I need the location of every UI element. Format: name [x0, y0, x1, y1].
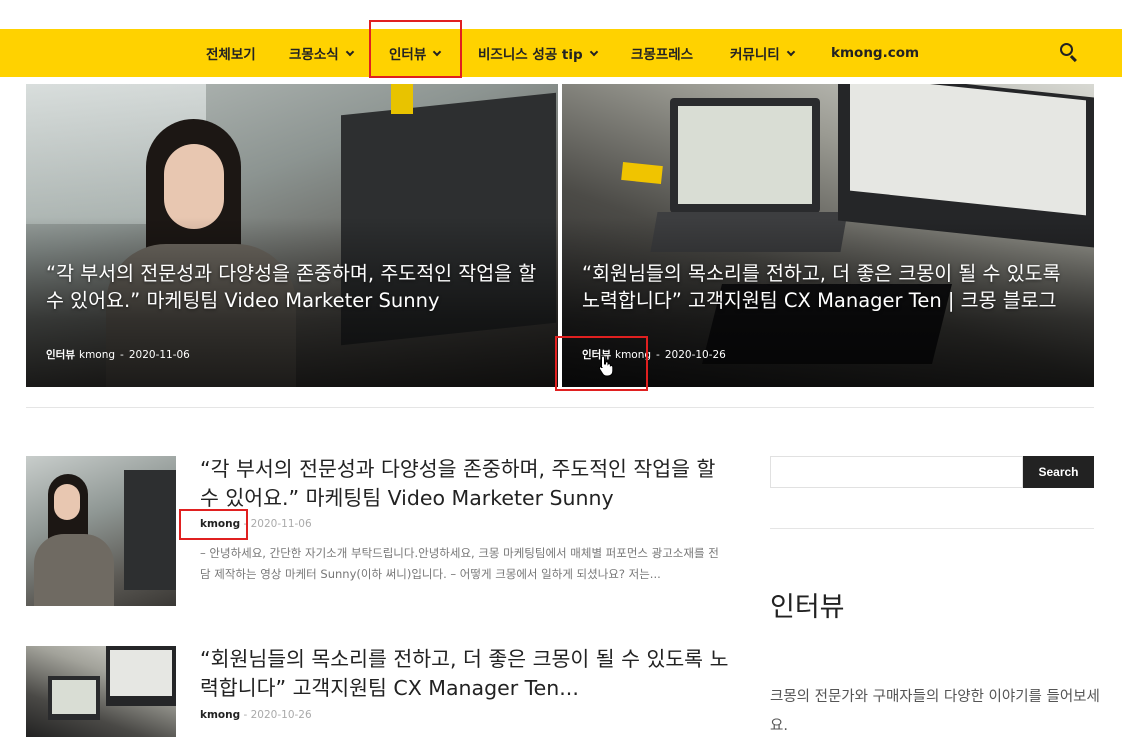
nav-item-label: 인터뷰 — [389, 47, 427, 63]
featured-post-meta: 인터뷰 kmong -2020-11-06 — [46, 347, 190, 362]
post-thumbnail[interactable] — [26, 456, 176, 606]
meta-separator: - — [243, 518, 251, 530]
category-tag[interactable]: 인터뷰 — [46, 349, 75, 361]
sidebar-search-input[interactable] — [770, 456, 1023, 488]
post-title-link[interactable]: “회원님들의 목소리를 전하고, 더 좋은 크몽이 될 수 있도록 노력합니다”… — [200, 645, 730, 703]
nav-item-label: 전체보기 — [206, 47, 256, 63]
author-name[interactable]: kmong — [615, 349, 651, 361]
name-tag-shape — [621, 161, 663, 185]
person-face-shape — [54, 484, 80, 520]
featured-post-1[interactable]: “각 부서의 전문성과 다양성을 존중하며, 주도적인 작업을 할 수 있어요.… — [26, 84, 558, 387]
featured-post-title[interactable]: “회원님들의 목소리를 전하고, 더 좋은 크몽이 될 수 있도록 노력합니다”… — [582, 260, 1080, 314]
author-name[interactable]: kmong — [200, 709, 240, 721]
chevron-down-icon — [345, 47, 354, 56]
post-meta: kmong - 2020-10-26 — [200, 709, 312, 721]
meta-separator: - — [120, 349, 124, 361]
chevron-down-icon — [433, 47, 442, 56]
hand-cursor-icon — [598, 355, 614, 377]
post-date: 2020-10-26 — [250, 709, 312, 721]
post-meta: kmong - 2020-11-06 — [200, 518, 312, 530]
monitor-shape — [124, 470, 176, 590]
nav-item-business-tip[interactable]: 비즈니스 성공 tip — [478, 29, 598, 77]
nav-item-kmong-press[interactable]: 크몽프레스 — [631, 29, 693, 77]
laptop-display-shape — [52, 680, 96, 714]
search-icon[interactable] — [1059, 42, 1081, 64]
sidebar-category-description: 크몽의 전문가와 구매자들의 다양한 이야기를 들어보세요. — [770, 689, 1100, 734]
laptop-display-shape — [678, 106, 812, 204]
nav-item-kmong-com[interactable]: kmong.com — [831, 29, 919, 77]
monitor-display-shape — [110, 650, 172, 696]
post-date: 2020-11-06 — [250, 518, 312, 530]
nav-item-label: 크몽프레스 — [631, 47, 694, 63]
meta-separator: - — [243, 709, 251, 721]
person-sweater-shape — [34, 534, 114, 606]
top-navigation-bar: 전체보기 크몽소식 인터뷰 비즈니스 성공 tip 크몽프레스 커뮤니티 kmo… — [0, 29, 1122, 77]
post-excerpt: – 안녕하세요, 간단한 자기소개 부탁드립니다.안녕하세요, 크몽 마케팅팀에… — [200, 546, 719, 581]
nav-item-label: 크몽소식 — [289, 47, 339, 63]
meta-separator: - — [656, 349, 660, 361]
nav-item-label: kmong.com — [831, 45, 920, 61]
post-title-link[interactable]: “각 부서의 전문성과 다양성을 존중하며, 주도적인 작업을 할 수 있어요.… — [200, 455, 730, 513]
nav-item-label: 비즈니스 성공 tip — [478, 47, 583, 63]
author-name[interactable]: kmong — [79, 349, 115, 361]
nav-item-all[interactable]: 전체보기 — [206, 29, 256, 77]
post-thumbnail[interactable] — [26, 646, 176, 737]
nav-item-kmong-news[interactable]: 크몽소식 — [289, 29, 354, 77]
section-divider — [26, 407, 1094, 408]
post-date: 2020-11-06 — [128, 349, 190, 361]
sidebar-search-button[interactable]: Search — [1023, 456, 1094, 488]
author-name[interactable]: kmong — [200, 518, 240, 530]
sidebar-divider — [770, 528, 1094, 529]
featured-post-title[interactable]: “각 부서의 전문성과 다양성을 존중하며, 주도적인 작업을 할 수 있어요.… — [46, 260, 544, 314]
sidebar-category-title: 인터뷰 — [770, 592, 845, 623]
post-date: 2020-10-26 — [664, 349, 726, 361]
featured-post-2[interactable]: “회원님들의 목소리를 전하고, 더 좋은 크몽이 될 수 있도록 노력합니다”… — [562, 84, 1094, 387]
nav-item-community[interactable]: 커뮤니티 — [730, 29, 795, 77]
chevron-down-icon — [589, 47, 598, 56]
sticky-note-shape — [391, 84, 413, 114]
nav-item-interview[interactable]: 인터뷰 — [389, 29, 442, 77]
chevron-down-icon — [786, 47, 795, 56]
nav-item-label: 커뮤니티 — [730, 47, 780, 63]
